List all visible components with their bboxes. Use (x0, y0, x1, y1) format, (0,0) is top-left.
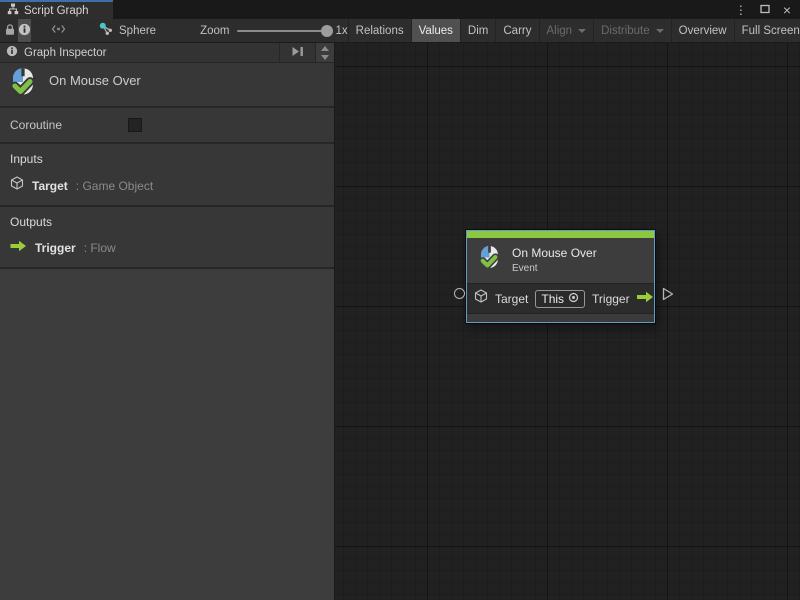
full-screen-button[interactable]: Full Screen (734, 19, 800, 42)
info-icon (18, 23, 31, 39)
lock-button[interactable] (4, 19, 16, 42)
scroll-down-icon[interactable] (321, 55, 329, 60)
node-title: On Mouse Over (512, 246, 597, 260)
coroutine-label: Coroutine (10, 118, 128, 132)
relations-button[interactable]: Relations (348, 19, 411, 42)
output-type: : Flow (84, 241, 116, 255)
window-close-icon[interactable]: × (783, 3, 791, 17)
full-screen-label: Full Screen (742, 25, 800, 37)
tab-bar-spacer (113, 0, 735, 19)
window-maximize-icon[interactable] (760, 4, 770, 16)
overview-button[interactable]: Overview (671, 19, 734, 42)
lock-icon (4, 23, 16, 39)
carry-label: Carry (503, 25, 531, 37)
mouse-event-icon (477, 245, 502, 275)
scroll-up-icon[interactable] (321, 46, 329, 51)
tab-bar: Script Graph ⋮ × (0, 0, 800, 19)
node-output-connection-port[interactable] (662, 287, 674, 306)
node-ports-row: Target This Trigger (467, 283, 654, 313)
node-input-connection-port[interactable] (454, 288, 465, 299)
mouse-event-icon (8, 67, 38, 102)
chevron-down-icon (578, 29, 586, 33)
graph-pointer-icon (99, 22, 113, 39)
trigger-port-label: Trigger (592, 292, 630, 306)
trigger-output-port[interactable]: Trigger (592, 290, 654, 308)
chevron-down-icon (656, 29, 664, 33)
graph-owner-button[interactable]: Sphere (99, 19, 156, 42)
zoom-label: Zoom (200, 25, 229, 37)
distribute-label: Distribute (601, 25, 650, 37)
header-divider (279, 43, 280, 63)
unit-title-section: On Mouse Over (0, 63, 334, 108)
on-mouse-over-node[interactable]: On Mouse Over Event Target This (466, 230, 655, 323)
script-graph-icon (7, 2, 19, 20)
tab-title: Script Graph (24, 5, 89, 17)
outputs-section: Outputs Trigger : Flow (0, 207, 334, 269)
window-menu-icon[interactable]: ⋮ (735, 4, 747, 16)
graph-toolbar: Sphere Zoom 1x Relations Values Dim Carr… (0, 19, 800, 43)
info-icon (6, 44, 18, 62)
dock-panel-button[interactable] (286, 43, 309, 62)
input-type: : Game Object (76, 179, 153, 193)
window-controls: ⋮ × (735, 0, 800, 19)
zoom-slider-handle[interactable] (321, 25, 333, 37)
main-area: Graph Inspector (0, 43, 800, 600)
carry-button[interactable]: Carry (495, 19, 538, 42)
target-input-port[interactable]: Target This (474, 289, 585, 308)
code-preview-button[interactable] (51, 19, 66, 42)
graph-inspector-header: Graph Inspector (0, 43, 334, 63)
node-header[interactable]: On Mouse Over Event (467, 238, 654, 283)
inspector-toggle-button[interactable] (18, 19, 31, 42)
dock-icon (291, 44, 304, 62)
graph-canvas[interactable]: On Mouse Over Event Target This (335, 43, 800, 600)
input-row-target: Target : Game Object (10, 176, 334, 195)
graph-owner-label: Sphere (119, 25, 156, 37)
panel-scroll-spinner (315, 43, 334, 62)
node-titles: On Mouse Over Event (512, 246, 597, 274)
tab-script-graph[interactable]: Script Graph (0, 0, 113, 19)
graph-inspector-panel: Graph Inspector (0, 43, 335, 600)
zoom-level: 1x (336, 25, 348, 37)
node-accent-bar (467, 231, 654, 238)
values-label: Values (419, 25, 453, 37)
relations-label: Relations (356, 25, 404, 37)
dim-button[interactable]: Dim (460, 19, 495, 42)
align-label: Align (547, 25, 573, 37)
script-graph-window: Script Graph ⋮ × (0, 0, 800, 600)
distribute-button[interactable]: Distribute (593, 19, 671, 42)
node-footer (467, 313, 654, 322)
inspector-empty-area (0, 269, 334, 600)
align-button[interactable]: Align (539, 19, 594, 42)
overview-label: Overview (679, 25, 727, 37)
output-row-trigger: Trigger : Flow (10, 239, 334, 257)
dim-label: Dim (468, 25, 488, 37)
inputs-title: Inputs (10, 152, 334, 166)
target-port-label: Target (495, 292, 528, 306)
zoom-control: Zoom 1x (200, 19, 348, 42)
flow-arrow-icon (10, 239, 27, 257)
flow-arrow-icon (636, 290, 654, 308)
graph-inspector-title: Graph Inspector (24, 47, 273, 59)
unit-title: On Mouse Over (49, 73, 141, 88)
code-icon (51, 23, 66, 38)
this-chip-label: This (541, 292, 564, 306)
input-name: Target (32, 179, 68, 193)
values-button[interactable]: Values (411, 19, 460, 42)
coroutine-checkbox[interactable] (128, 118, 142, 132)
node-subtitle: Event (512, 263, 597, 274)
cube-icon (10, 176, 24, 195)
object-picker-icon[interactable] (568, 290, 579, 308)
toolbar-right-group: Relations Values Dim Carry Align Distrib… (348, 19, 800, 42)
output-name: Trigger (35, 241, 76, 255)
coroutine-section: Coroutine (0, 108, 334, 144)
outputs-title: Outputs (10, 215, 334, 229)
this-object-chip[interactable]: This (535, 290, 585, 308)
zoom-slider[interactable] (237, 30, 329, 32)
inputs-section: Inputs Target : Game Object (0, 144, 334, 207)
cube-icon (474, 289, 488, 308)
